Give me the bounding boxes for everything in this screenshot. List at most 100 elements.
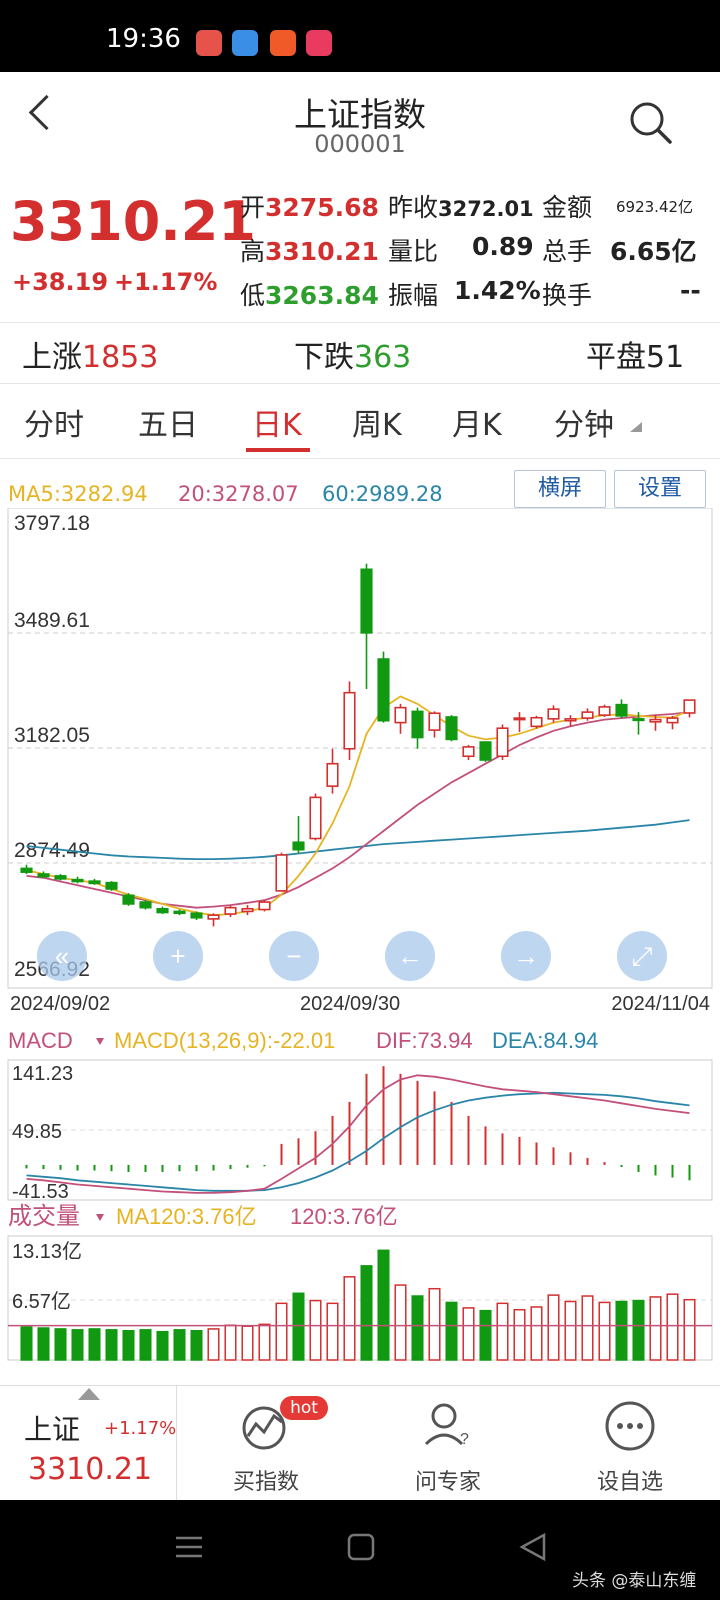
macd-axis-label: 49.85: [12, 1121, 62, 1143]
macd-dif: DIF:73.94: [376, 1028, 473, 1053]
candle-body: [54, 875, 67, 880]
scroll-left-icon-glyph: ←: [397, 941, 423, 971]
dif-line: [26, 1074, 690, 1194]
volume-axis-label: 6.57亿: [12, 1290, 71, 1313]
volume-bar: [683, 1298, 696, 1361]
candle-body: [360, 568, 373, 634]
volume-bar: [666, 1293, 679, 1361]
volume-bar: [649, 1296, 662, 1361]
active-tab-indicator: [246, 448, 310, 452]
open-label: 开: [240, 193, 266, 222]
ask-expert-label[interactable]: 问专家: [388, 1464, 508, 1496]
video-notification-icon: [270, 30, 296, 56]
vol-ratio-label: 量比: [388, 237, 439, 266]
ma5-value: MA5:3282.94: [8, 482, 148, 506]
volume-bar: [122, 1330, 135, 1361]
high-value: 3310.21: [265, 237, 379, 266]
candle-body: [394, 706, 407, 724]
volume-bar: [445, 1301, 458, 1361]
volume-bar: [207, 1328, 220, 1361]
back-icon[interactable]: [516, 1530, 550, 1564]
volume-bar: [71, 1329, 84, 1361]
candle-body: [173, 910, 186, 915]
price-axis-label: 3182.05: [14, 724, 90, 747]
volume-label: 成交量: [8, 1203, 80, 1230]
add-watchlist-label[interactable]: 设自选: [570, 1464, 690, 1496]
tab-five-day[interactable]: 五日: [138, 400, 198, 444]
candle-body: [547, 708, 560, 720]
more-options-icon[interactable]: [604, 1400, 656, 1452]
volume-axis-label: 13.13亿: [12, 1240, 82, 1263]
tab-monthly-k[interactable]: 月K: [452, 400, 502, 444]
volume-bar: [309, 1299, 322, 1361]
candle-body: [326, 762, 339, 787]
volume-bar: [632, 1299, 645, 1361]
candle-body: [683, 699, 696, 714]
browser-notification-icon: [232, 30, 258, 56]
settings-button[interactable]: 设置: [614, 470, 706, 508]
vol-ratio-cell: 量比: [388, 232, 438, 268]
total-hands-value: 6.65亿: [610, 237, 697, 266]
price-axis-label: 3797.18: [14, 512, 90, 535]
candle-body: [530, 716, 543, 728]
menu-icon[interactable]: [172, 1530, 206, 1564]
volume-bar: [394, 1284, 407, 1361]
search-icon[interactable]: [628, 100, 674, 146]
candle-body: [105, 881, 118, 890]
kline-chart[interactable]: 3797.183489.613182.052874.492566.92«+−←→…: [0, 508, 720, 1368]
dropdown-triangle-icon[interactable]: [630, 422, 642, 432]
app-notification-icon: [196, 30, 222, 56]
up-label: 上涨: [22, 340, 82, 375]
candle-body: [37, 873, 50, 878]
volume-bar: [88, 1328, 101, 1361]
volume-bar: [156, 1330, 169, 1361]
divider: [0, 458, 720, 459]
home-icon[interactable]: [344, 1530, 378, 1564]
ma20-value: 20:3278.07: [178, 482, 299, 506]
hot-badge: hot: [280, 1396, 328, 1420]
candle-body: [20, 867, 33, 873]
tab-intraday[interactable]: 分时: [24, 400, 84, 444]
buy-index-label[interactable]: 买指数: [206, 1464, 326, 1496]
status-time: 19:36: [106, 24, 181, 54]
volume-bar: [258, 1323, 271, 1361]
volume-bar: [496, 1302, 509, 1361]
up-count: 1853: [82, 340, 159, 375]
candle-body: [377, 658, 390, 722]
volume-bar: [581, 1295, 594, 1361]
tab-daily-k[interactable]: 日K: [252, 400, 302, 444]
prev-close-value: 3272.01: [438, 197, 534, 221]
volume-bar: [37, 1327, 50, 1361]
tab-weekly-k[interactable]: 周K: [352, 400, 402, 444]
divider: [0, 383, 720, 384]
candle-body: [258, 901, 271, 911]
volume-bar: [241, 1325, 254, 1361]
candle-body: [581, 711, 594, 719]
landscape-button[interactable]: 横屏: [514, 470, 606, 508]
high-cell: 高3310.21: [240, 232, 379, 268]
volume-bar: [105, 1329, 118, 1361]
volume-bar: [54, 1328, 67, 1361]
total-hands-label: 总手: [542, 237, 593, 266]
macd-dropdown-icon[interactable]: [96, 1038, 104, 1045]
macd-axis-label: 141.23: [12, 1063, 73, 1085]
ask-expert-icon[interactable]: ?: [422, 1400, 472, 1450]
volume-bar: [615, 1300, 628, 1361]
candle-body: [666, 717, 679, 724]
volume-ma120: MA120:3.76亿: [116, 1204, 257, 1229]
date-axis-label: 2024/11/04: [611, 993, 710, 1015]
expand-up-icon[interactable]: [78, 1388, 100, 1400]
svg-text:?: ?: [460, 1431, 469, 1448]
music-notification-icon: [306, 30, 332, 56]
volume-bar: [20, 1326, 33, 1361]
tab-minute[interactable]: 分钟: [554, 400, 614, 444]
turnover-label: 换手: [542, 281, 593, 310]
index-code: 000001: [314, 130, 406, 158]
macd-params: MACD(13,26,9):-22.01: [114, 1028, 335, 1053]
volume-dropdown-icon[interactable]: [96, 1214, 104, 1221]
volume-bar: [411, 1295, 424, 1361]
low-cell: 低3263.84: [240, 276, 379, 312]
ma5-line: [26, 695, 690, 917]
down-label: 下跌: [294, 340, 354, 375]
volume-bar: [292, 1292, 305, 1361]
